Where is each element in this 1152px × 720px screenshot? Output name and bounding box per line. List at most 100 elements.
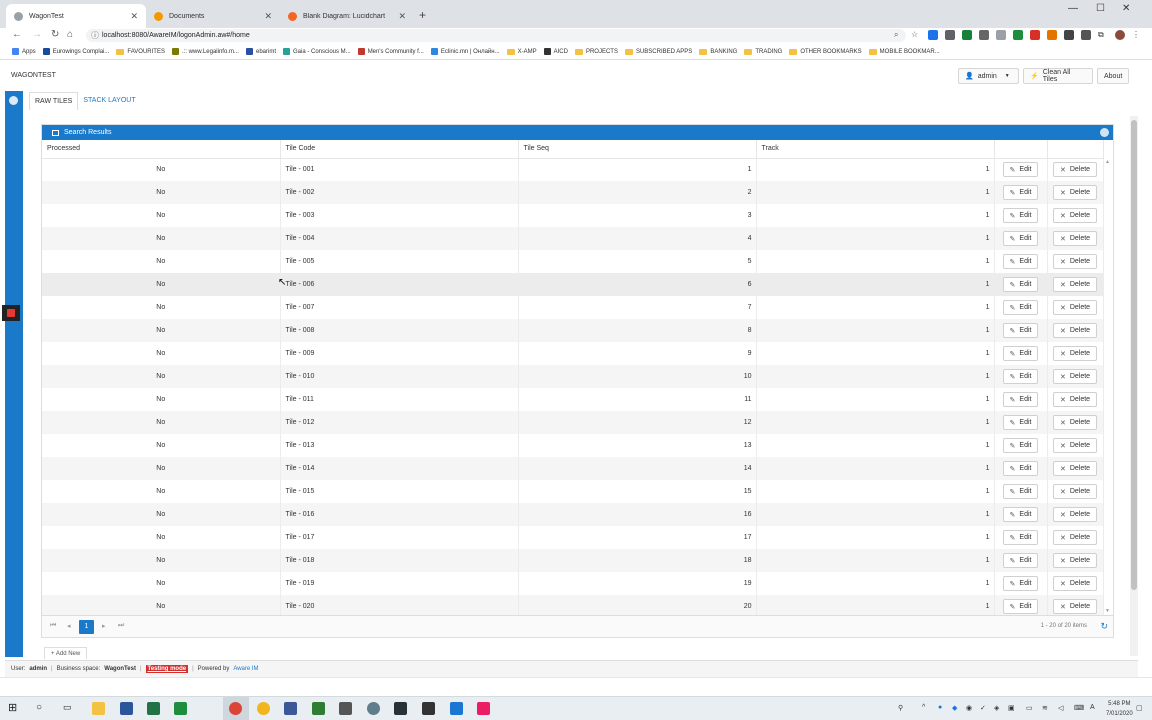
table-row[interactable]: No Tile - 007 7 1 ✎ Edit ✕ Delete bbox=[42, 296, 1104, 319]
cast-icon[interactable]: ⧉ bbox=[1098, 30, 1108, 40]
app-icon[interactable] bbox=[477, 702, 490, 715]
bookmark-item[interactable]: FAVOURITES bbox=[116, 48, 165, 55]
extension-icon[interactable] bbox=[1064, 30, 1074, 40]
delete-button[interactable]: ✕ Delete bbox=[1052, 507, 1098, 522]
extension-icon[interactable] bbox=[1047, 30, 1057, 40]
delete-button[interactable]: ✕ Delete bbox=[1052, 415, 1098, 430]
skype-icon[interactable]: ● bbox=[938, 704, 942, 711]
bookmark-item[interactable]: .:: www.Legalinfo.m... bbox=[171, 48, 239, 55]
search-icon[interactable]: ○ bbox=[36, 702, 49, 715]
delete-button[interactable]: ✕ Delete bbox=[1052, 162, 1098, 178]
recording-indicator[interactable] bbox=[2, 305, 20, 321]
table-row[interactable]: No Tile - 017 17 1 ✎ Edit ✕ Delete bbox=[42, 526, 1104, 549]
window-close-icon[interactable]: ✕ bbox=[1122, 3, 1130, 14]
minimize-icon[interactable]: — bbox=[1068, 3, 1078, 14]
bookmark-item[interactable]: X-AMP bbox=[506, 48, 537, 55]
column-header-tile-seq[interactable]: Tile Seq bbox=[518, 140, 757, 159]
reload-icon[interactable]: ↻ bbox=[51, 29, 59, 40]
close-icon[interactable]: ✕ bbox=[264, 11, 272, 22]
table-row[interactable]: No Tile - 009 9 1 ✎ Edit ✕ Delete bbox=[42, 342, 1104, 365]
browser-tab-documents[interactable]: Documents ✕ bbox=[146, 4, 280, 28]
table-row[interactable]: No Tile - 005 5 1 ✎ Edit ✕ Delete bbox=[42, 250, 1104, 273]
table-row[interactable]: No Tile - 012 12 1 ✎ Edit ✕ Delete bbox=[42, 411, 1104, 434]
last-page-icon[interactable]: ⏭ bbox=[118, 622, 124, 630]
delete-button[interactable]: ✕ Delete bbox=[1052, 576, 1098, 591]
volume-icon[interactable]: ◁ bbox=[1058, 704, 1063, 712]
edit-button[interactable]: ✎ Edit bbox=[1002, 438, 1039, 453]
close-icon[interactable]: ✕ bbox=[130, 11, 138, 22]
table-row[interactable]: No Tile - 004 4 1 ✎ Edit ✕ Delete bbox=[42, 227, 1104, 250]
scroll-down-icon[interactable]: ▼ bbox=[1105, 608, 1110, 614]
extension-icon[interactable] bbox=[1030, 30, 1040, 40]
delete-button[interactable]: ✕ Delete bbox=[1052, 553, 1098, 568]
first-page-icon[interactable]: ⏮ bbox=[50, 622, 56, 630]
edit-button[interactable]: ✎ Edit bbox=[1002, 530, 1039, 545]
edit-button[interactable]: ✎ Edit bbox=[1002, 553, 1039, 568]
browser-tab-wagontest[interactable]: WagonTest ✕ bbox=[6, 4, 146, 28]
star-icon[interactable]: ☆ bbox=[911, 30, 921, 40]
extension-icon[interactable] bbox=[945, 30, 955, 40]
table-row[interactable]: No Tile - 008 8 1 ✎ Edit ✕ Delete bbox=[42, 319, 1104, 342]
delete-button[interactable]: ✕ Delete bbox=[1052, 208, 1098, 223]
language-icon[interactable]: A bbox=[1090, 704, 1095, 711]
delete-button[interactable]: ✕ Delete bbox=[1052, 369, 1098, 384]
table-row[interactable]: No Tile - 010 10 1 ✎ Edit ✕ Delete bbox=[42, 365, 1104, 388]
scroll-up-icon[interactable]: ▲ bbox=[1105, 159, 1110, 165]
next-page-icon[interactable]: ▸ bbox=[102, 622, 106, 630]
bookmark-item[interactable]: Eurowings Complai... bbox=[42, 48, 109, 55]
bookmark-item[interactable]: Gaia - Conscious M... bbox=[283, 48, 351, 55]
delete-button[interactable]: ✕ Delete bbox=[1052, 277, 1098, 292]
task-view-icon[interactable]: ▭ bbox=[63, 702, 76, 715]
tray-chevron-icon[interactable]: ^ bbox=[922, 704, 925, 711]
table-row[interactable]: No Tile - 001 1 1 ✎ Edit ✕ Delete bbox=[42, 158, 1104, 181]
table-row[interactable]: No Tile - 019 19 1 ✎ Edit ✕ Delete bbox=[42, 572, 1104, 595]
delete-button[interactable]: ✕ Delete bbox=[1052, 300, 1098, 315]
bookmark-item[interactable]: Men's Community f... bbox=[357, 48, 424, 55]
table-row[interactable]: No Tile - 011 11 1 ✎ Edit ✕ Delete bbox=[42, 388, 1104, 411]
table-row[interactable]: No Tile - 013 13 1 ✎ Edit ✕ Delete bbox=[42, 434, 1104, 457]
menu-kebab-icon[interactable]: ⋮ bbox=[1132, 30, 1142, 40]
bookmark-item[interactable]: TRADING bbox=[744, 48, 782, 55]
bookmark-item[interactable]: AICD bbox=[543, 48, 568, 55]
bookmark-item[interactable]: SUBSCRIBED APPS bbox=[624, 48, 692, 55]
extension-icon[interactable] bbox=[1081, 30, 1091, 40]
tray-app-icon[interactable]: ◈ bbox=[994, 704, 999, 712]
back-icon[interactable]: ← bbox=[12, 29, 22, 40]
edit-button[interactable]: ✎ Edit bbox=[1002, 392, 1039, 407]
delete-button[interactable]: ✕ Delete bbox=[1052, 438, 1098, 453]
bookmark-item[interactable]: PROJECTS bbox=[574, 48, 618, 55]
delete-button[interactable]: ✕ Delete bbox=[1052, 346, 1098, 361]
edit-button[interactable]: ✎ Edit bbox=[1002, 323, 1039, 338]
edit-button[interactable]: ✎ Edit bbox=[1002, 254, 1039, 269]
edit-button[interactable]: ✎ Edit bbox=[1002, 461, 1039, 476]
table-row[interactable]: No Tile - 014 14 1 ✎ Edit ✕ Delete bbox=[42, 457, 1104, 480]
bookmark-item[interactable]: BANKING bbox=[699, 48, 737, 55]
taskbar-clock[interactable]: 5:48 PM 7/01/2020 bbox=[1106, 699, 1133, 719]
dropbox-icon[interactable]: ◆ bbox=[952, 704, 957, 712]
app-icon[interactable] bbox=[339, 702, 352, 715]
edit-button[interactable]: ✎ Edit bbox=[1002, 507, 1039, 522]
settings-icon[interactable] bbox=[367, 702, 380, 715]
clean-all-tiles-button[interactable]: ⚡ Clean All Tiles bbox=[1023, 68, 1093, 84]
app-icon[interactable] bbox=[257, 702, 270, 715]
edit-button[interactable]: ✎ Edit bbox=[1002, 415, 1039, 430]
testing-mode-badge[interactable]: Testing mode bbox=[145, 665, 189, 673]
keyboard-icon[interactable]: ⌨ bbox=[1074, 704, 1084, 712]
edit-button[interactable]: ✎ Edit bbox=[1002, 185, 1039, 200]
bookmark-item[interactable]: Eclinic.mn | Онлайн... bbox=[430, 48, 500, 55]
edit-button[interactable]: ✎ Edit bbox=[1002, 300, 1039, 315]
bookmark-item[interactable]: Apps bbox=[12, 48, 36, 55]
edit-button[interactable]: ✎ Edit bbox=[1002, 346, 1039, 361]
delete-button[interactable]: ✕ Delete bbox=[1052, 323, 1098, 338]
forward-icon[interactable]: → bbox=[32, 29, 42, 40]
edit-button[interactable]: ✎ Edit bbox=[1002, 277, 1039, 292]
delete-button[interactable]: ✕ Delete bbox=[1052, 599, 1098, 614]
table-row[interactable]: No Tile - 018 18 1 ✎ Edit ✕ Delete bbox=[42, 549, 1104, 572]
tab-raw-tiles[interactable]: RAW TILES bbox=[29, 92, 79, 110]
extension-icon[interactable] bbox=[996, 30, 1006, 40]
bookmark-item[interactable]: ebarimt bbox=[245, 48, 276, 55]
expand-sidebar-icon[interactable] bbox=[9, 96, 18, 105]
extension-icon[interactable] bbox=[1013, 30, 1023, 40]
app-icon[interactable] bbox=[394, 702, 407, 715]
home-icon[interactable]: ⌂ bbox=[67, 29, 73, 40]
